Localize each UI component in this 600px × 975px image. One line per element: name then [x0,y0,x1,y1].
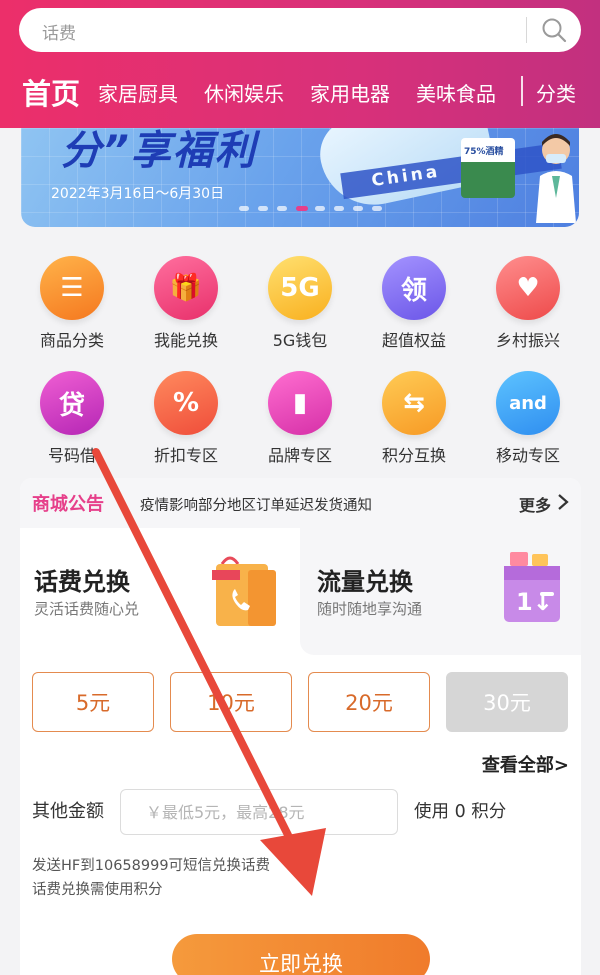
pagination-dot[interactable] [353,206,363,211]
grid-item-label: 号码借 [47,446,96,465]
feature-grid: ☰ 商品分类 🎁 我能兑换 5G 5G钱包 领超值权益 ♥ 乡村振兴贷号码借% 折扣专区 ▮ 品牌专区… [0,248,600,468]
grid-item-label: 超值权益 [381,331,446,350]
other-amount-input[interactable] [120,789,398,835]
bottle-label: 75%酒精 [464,147,504,157]
amount-option-5[interactable]: 5元 [32,672,154,732]
data-box-icon: 1↓ [504,552,560,622]
pagination-dot[interactable] [315,206,325,211]
other-amount-label: 其他金额 [32,801,104,822]
grid-item-loan[interactable]: 贷号码借 [22,371,122,466]
5g-wallet-icon: 5G [268,256,332,320]
grid-item-label: 移动专区 [495,446,560,465]
tab-data-traffic-sub: 随时随地享沟通 [317,600,423,618]
tab-data-traffic-title: 流量兑换 [317,568,413,596]
grid-item-label: 商品分类 [39,331,104,350]
search-icon[interactable] [541,17,567,43]
grid-item-list[interactable]: ☰ 商品分类 [22,256,122,351]
exchange-now-button[interactable]: 立即兑换 [172,934,430,975]
notice-tag: 商城公告 [32,494,104,515]
pagination-dot[interactable] [258,206,268,211]
amount-option-10[interactable]: 10元 [170,672,292,732]
grid-item-label: 品牌专区 [267,446,332,465]
tab-data-traffic[interactable]: 流量兑换 随时随地享沟通 1↓ [300,528,581,655]
grid-item-brand[interactable]: ▮ 品牌专区 [250,371,350,466]
pagination-dot[interactable] [239,206,249,211]
doctor-illustration [536,134,576,223]
notice-more-link[interactable]: 更多 [519,492,551,516]
grid-item-5g-wallet[interactable]: 5G 5G钱包 [250,256,350,351]
search-divider [526,17,527,43]
grid-item-label: 我能兑换 [153,331,218,350]
search-input[interactable]: 话费 [42,19,76,44]
nav-item-home[interactable]: 首页 [22,71,80,113]
tab-phone-credit-sub: 灵活话费随心兑 [34,600,140,618]
gift-icon: 🎁 [154,256,218,320]
mobile-zone-icon: and [496,371,560,435]
discount-icon: % [154,371,218,435]
shopping-bag-phone-icon [212,556,276,626]
grid-item-label: 5G钱包 [272,331,328,350]
grid-item-discount[interactable]: % 折扣专区 [136,371,236,466]
tab-phone-credit-title: 话费兑换 [34,568,130,596]
view-all-link[interactable]: 查看全部> [482,751,569,777]
grid-item-heart-hand[interactable]: ♥ 乡村振兴 [478,256,578,351]
grid-item-label: 乡村振兴 [495,331,560,350]
chevron-right-icon[interactable] [557,493,569,511]
sms-hint: 发送HF到10658999可短信兑换话费 [32,858,271,874]
banner-date: 2022年3月16日～6月30日 [51,186,225,202]
amount-option-20[interactable]: 20元 [308,672,430,732]
nav-item-category[interactable]: 分类 [536,78,576,107]
promo-banner[interactable]: 分”享福利 2022年3月16日～6月30日 China 75%酒精 [21,128,579,227]
pagination-dot[interactable] [372,206,382,211]
grid-item-coupon[interactable]: 领超值权益 [364,256,464,351]
search-bar[interactable]: 话费 [19,8,581,52]
nav-item-food[interactable]: 美味食品 [416,78,496,107]
pagination-dot[interactable] [296,206,308,211]
grid-item-gift[interactable]: 🎁 我能兑换 [136,256,236,351]
category-nav: 首页 家居厨具 休闲娱乐 家用电器 美味食品 分类 [0,68,600,114]
amount-option-30: 30元 [446,672,568,732]
pagination-dot[interactable] [277,206,287,211]
tab-phone-credit[interactable]: 话费兑换 灵活话费随心兑 [20,528,300,655]
list-icon: ☰ [40,256,104,320]
brand-icon: ▮ [268,371,332,435]
alcohol-bottle-image: 75%酒精 [461,138,515,198]
notice-text[interactable]: 疫情影响部分地区订单延迟发货通知 [140,494,372,515]
grid-item-exchange[interactable]: ⇆ 积分互换 [364,371,464,466]
loan-icon: 贷 [40,371,104,435]
amount-options: 5元 10元 20元 30元 [20,672,581,734]
banner-title: 分”享福利 [61,128,257,174]
nav-item-leisure[interactable]: 休闲娱乐 [204,78,284,107]
exchange-card: 商城公告 疫情影响部分地区订单延迟发货通知 更多 话费兑换 灵活话费随心兑 流量… [20,478,581,975]
nav-divider [521,76,523,106]
grid-item-label: 折扣专区 [153,446,218,465]
grid-item-mobile-zone[interactable]: and 移动专区 [478,371,578,466]
notice-bar[interactable]: 商城公告 疫情影响部分地区订单延迟发货通知 更多 [20,478,581,528]
nav-item-home-kitchen[interactable]: 家居厨具 [98,78,178,107]
app-header: 话费 首页 家居厨具 休闲娱乐 家用电器 美味食品 分类 [0,0,600,128]
points-hint: 话费兑换需使用积分 [32,882,163,898]
nav-item-appliances[interactable]: 家用电器 [310,78,390,107]
grid-item-label: 积分互换 [381,446,446,465]
pagination-dot[interactable] [334,206,344,211]
heart-hand-icon: ♥ [496,256,560,320]
coupon-icon: 领 [382,256,446,320]
exchange-icon: ⇆ [382,371,446,435]
points-used-text: 使用 0 积分 [414,802,507,822]
